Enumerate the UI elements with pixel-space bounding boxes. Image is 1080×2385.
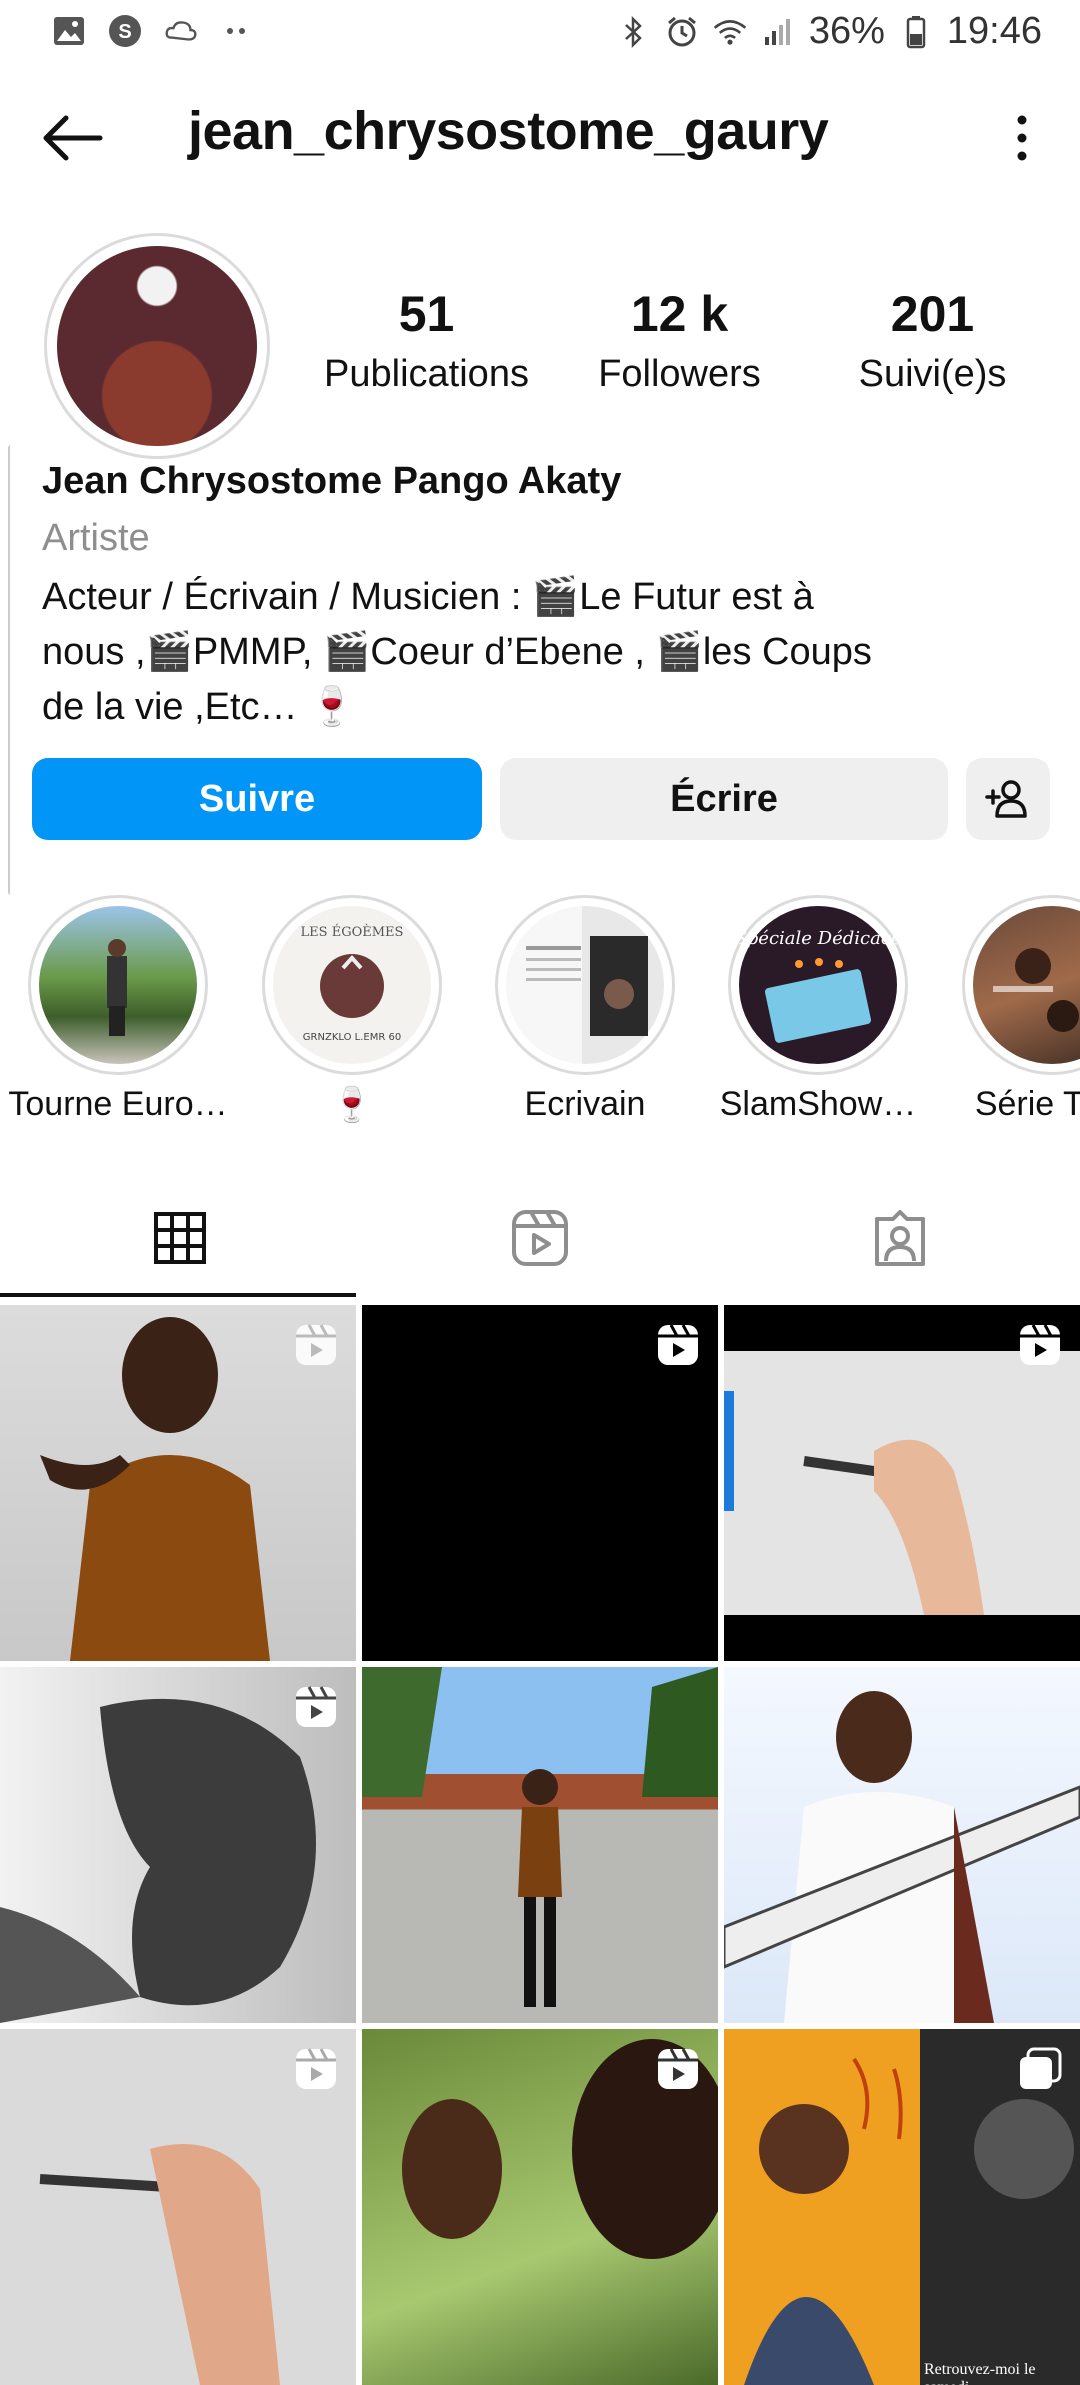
profile-stats: 51 Publications 12 k Followers 201 Suivi… [300, 285, 1060, 396]
reel-badge-icon [296, 2048, 336, 2089]
edge-handle [8, 445, 14, 895]
profile-bio: Jean Chrysostome Pango Akaty Artiste Act… [42, 460, 1042, 735]
stat-following[interactable]: 201 Suivi(e)s [806, 285, 1059, 396]
highlight-label: SlamShow… [719, 1085, 917, 1123]
stat-followers[interactable]: 12 k Followers [553, 285, 806, 396]
highlight-item[interactable]: LES ÉGOÈMES GRNZKLO L.EMR 60 🍷 [236, 895, 468, 1125]
highlight-label: Série Télé [974, 1085, 1080, 1123]
cover-text: LES ÉGOÈMES [301, 924, 404, 940]
post-tile[interactable]: Retrouvez-moi le samedi [724, 2029, 1080, 2385]
highlight-cover: LES ÉGOÈMES GRNZKLO L.EMR 60 [273, 906, 431, 1064]
profile-actions: Suivre Écrire [32, 758, 1050, 840]
post-tile[interactable] [362, 1305, 718, 1661]
highlight-label: Ecrivain [524, 1085, 646, 1123]
story-highlights: Tourne Euro… LES ÉGOÈMES GRNZKLO L.EMR 60… [0, 895, 1080, 1135]
stat-value: 51 [398, 286, 455, 342]
stat-value: 12 k [630, 286, 729, 342]
tagged-person-icon [875, 1210, 925, 1266]
highlight-cover [973, 906, 1080, 1064]
bluetooth-icon [617, 15, 651, 49]
reels-icon [512, 1210, 568, 1266]
alarm-icon [665, 15, 699, 49]
battery-percent: 36% [808, 10, 885, 52]
stat-label: Followers [598, 353, 761, 395]
post-tile[interactable] [724, 1305, 1080, 1661]
s-app-icon: S [108, 14, 142, 48]
active-tab-indicator [0, 1293, 356, 1297]
stat-label: Publications [324, 353, 529, 395]
reel-badge-icon [296, 1324, 336, 1365]
add-person-icon [985, 780, 1027, 818]
svg-text:S: S [118, 21, 131, 43]
post-tile[interactable] [362, 1667, 718, 2023]
weather-icon [164, 14, 198, 48]
bio-text: Acteur / Écrivain / Musicien : 🎬Le Futur… [42, 576, 872, 728]
reel-badge-icon [658, 2048, 698, 2089]
signal-icon [761, 15, 795, 49]
tab-tagged[interactable] [720, 1180, 1080, 1296]
stat-publications[interactable]: 51 Publications [300, 285, 553, 396]
post-caption: Retrouvez-moi le samedi [924, 2361, 1036, 2385]
back-arrow-icon[interactable] [40, 110, 106, 166]
highlight-item[interactable]: Série Télé [936, 895, 1080, 1124]
highlight-cover [506, 906, 664, 1064]
post-tile[interactable] [0, 2029, 356, 2385]
post-tile[interactable] [724, 1667, 1080, 2023]
highlight-label: 🍷 [330, 1086, 374, 1124]
wifi-icon [713, 15, 747, 49]
stat-value: 201 [890, 286, 975, 342]
display-name: Jean Chrysostome Pango Akaty [42, 460, 622, 502]
tab-reels[interactable] [360, 1180, 720, 1296]
suggest-users-button[interactable] [966, 758, 1050, 840]
post-tile[interactable] [0, 1667, 356, 2023]
tab-posts-grid[interactable] [0, 1180, 360, 1296]
highlight-cover: Spéciale Dédicace [734, 906, 902, 1064]
reel-badge-icon [1020, 1324, 1060, 1365]
highlight-item[interactable]: Spéciale Dédicace SlamShow… [702, 895, 934, 1124]
profile-tabs [0, 1180, 1080, 1298]
carousel-icon [1020, 2047, 1062, 2089]
highlight-item[interactable]: Ecrivain [469, 895, 701, 1124]
battery-icon [899, 15, 933, 49]
gallery-icon [52, 14, 86, 48]
grid-icon [154, 1212, 206, 1264]
follow-button[interactable]: Suivre [32, 758, 482, 840]
message-button[interactable]: Écrire [500, 758, 948, 840]
clock: 19:46 [946, 10, 1042, 52]
highlight-cover [39, 906, 197, 1064]
reel-badge-icon [296, 1686, 336, 1727]
username-title: jean_chrysostome_gaury [188, 101, 829, 161]
highlight-item[interactable]: Tourne Euro… [2, 895, 234, 1124]
category-label: Artiste [42, 517, 150, 559]
stat-label: Suivi(e)s [858, 353, 1007, 395]
profile-header: jean_chrysostome_gaury [0, 90, 1080, 186]
avatar-image [57, 246, 257, 446]
profile-avatar[interactable] [44, 233, 270, 459]
reel-badge-icon [658, 1324, 698, 1365]
highlight-label: Tourne Euro… [8, 1085, 228, 1123]
more-dots-icon [220, 14, 254, 48]
more-options-icon[interactable] [1010, 112, 1034, 164]
cover-text: Spéciale Dédicace [739, 928, 897, 949]
cover-text: GRNZKLO L.EMR 60 [303, 1032, 401, 1043]
status-bar: S 36% 19:46 [0, 0, 1080, 66]
post-tile[interactable] [0, 1305, 356, 1661]
post-tile[interactable] [362, 2029, 718, 2385]
